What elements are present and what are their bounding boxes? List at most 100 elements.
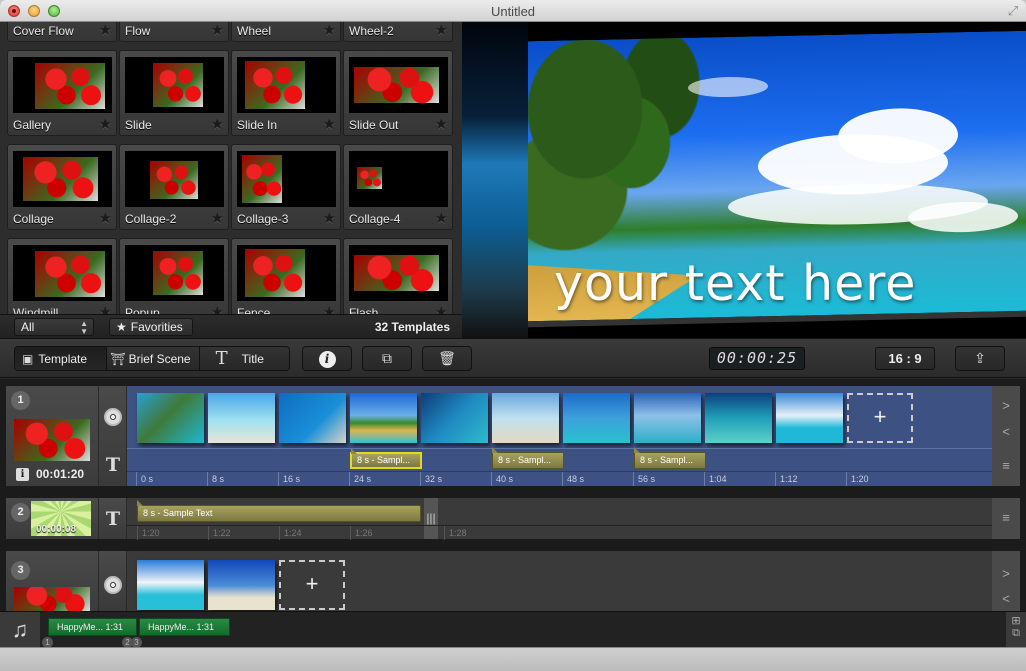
photo-clip[interactable] <box>705 393 772 443</box>
favorite-star-icon[interactable]: ★ <box>323 209 336 227</box>
template-tile[interactable]: Collage-3 ★ <box>231 144 341 230</box>
template-tile[interactable]: Slide ★ <box>119 50 229 136</box>
template-tile[interactable]: Collage-2 ★ <box>119 144 229 230</box>
template-tile[interactable]: Flash ★ <box>343 238 453 324</box>
photo-clip[interactable] <box>137 560 204 610</box>
template-tile[interactable]: Cover Flow ★ <box>7 22 117 42</box>
caption-clip[interactable]: 8 s - Sampl... <box>350 448 422 469</box>
ruler-tick: 1:24 <box>279 526 302 540</box>
photo-clip[interactable] <box>137 393 204 443</box>
favorite-star-icon[interactable]: ★ <box>99 209 112 227</box>
prev-button[interactable]: < <box>992 591 1020 606</box>
track-header[interactable]: 2 00:00:08 <box>6 498 99 539</box>
tab-title[interactable]: T Title <box>200 347 289 370</box>
add-music-icon[interactable]: ⊞ <box>1006 614 1026 627</box>
rose-photo <box>23 157 98 201</box>
photo-clip[interactable] <box>208 560 275 610</box>
tab-template[interactable]: ▣ Template <box>15 347 108 370</box>
menu-icon[interactable]: ≡ <box>992 458 1020 473</box>
photo-clip[interactable] <box>776 393 843 443</box>
ruler-tick: 1:26 <box>350 526 373 540</box>
tab-brief-scene[interactable]: ⛩ Brief Scene <box>107 347 200 370</box>
caption-clip[interactable]: 8 s - Sampl... <box>634 447 706 469</box>
template-tile[interactable]: Wheel ★ <box>231 22 341 42</box>
aspect-ratio-button[interactable]: 16 : 9 <box>875 347 935 370</box>
template-tile[interactable]: Windmill ★ <box>7 238 117 324</box>
template-tile[interactable]: Slide Out ★ <box>343 50 453 136</box>
music-note-icon[interactable]: ♫ <box>0 612 40 648</box>
favorite-star-icon[interactable]: ★ <box>435 209 448 227</box>
photo-clip[interactable] <box>492 393 559 443</box>
caption-clip[interactable]: 8 s - Sample Text <box>137 500 421 522</box>
category-filter-select[interactable]: All ▲ ▼ <box>14 318 94 336</box>
palm-trees <box>528 37 718 272</box>
favorites-button[interactable]: ★ Favorities <box>109 318 193 336</box>
track-header[interactable]: 3 <box>6 551 99 611</box>
template-browser-footer: All ▲ ▼ ★ Favorities 32 Templates <box>0 314 462 338</box>
favorite-star-icon[interactable]: ★ <box>211 209 224 227</box>
preview-canvas[interactable]: your text here <box>462 22 1026 338</box>
template-label: Wheel <box>237 24 272 38</box>
time-ruler: 0 s 8 s 16 s 24 s 32 s 40 s 48 s 56 s 1:04 1:12 1:… <box>127 471 992 486</box>
template-thumbnail <box>125 151 224 207</box>
ruler-tick: 1:12 <box>775 472 798 486</box>
music-clip[interactable]: HappyMe... 1:31 <box>139 618 230 636</box>
scene-track-3[interactable]: 3 + > < <box>6 551 1020 611</box>
duplicate-music-icon[interactable]: ⧉ <box>1006 627 1026 640</box>
menu-icon[interactable]: ≡ <box>992 510 1020 525</box>
template-tile[interactable]: Gallery ★ <box>7 50 117 136</box>
next-button[interactable]: > <box>992 398 1020 413</box>
photo-clip[interactable] <box>279 393 346 443</box>
photo-clip[interactable] <box>208 393 275 443</box>
template-tile[interactable]: Fence ★ <box>231 238 341 324</box>
photo-clip[interactable] <box>421 393 488 443</box>
template-tile[interactable]: Flow ★ <box>119 22 229 42</box>
template-tile[interactable]: Collage ★ <box>7 144 117 230</box>
favorite-star-icon[interactable]: ★ <box>211 22 224 39</box>
music-clip[interactable]: HappyMe... 1:31 <box>48 618 137 636</box>
template-label: Flow <box>125 24 151 38</box>
favorite-star-icon[interactable]: ★ <box>323 115 336 133</box>
preview-previous-slide <box>462 22 528 338</box>
tab-title-label: Title <box>241 351 264 366</box>
trash-icon: 🗑 <box>438 350 456 366</box>
template-tile[interactable]: Slide In ★ <box>231 50 341 136</box>
template-thumbnail <box>13 57 112 113</box>
favorite-star-icon[interactable]: ★ <box>435 22 448 39</box>
info-button[interactable]: i <box>302 346 352 371</box>
delete-button[interactable]: 🗑 <box>422 346 472 371</box>
favorites-label: Favorities <box>130 320 183 334</box>
fullscreen-icon[interactable]: ⤢ <box>1006 4 1020 18</box>
track-number: 3 <box>11 561 30 580</box>
ruler-tick: 56 s <box>633 472 655 486</box>
ruler-tick: 1:20 <box>846 472 869 486</box>
template-tile[interactable]: Collage-4 ★ <box>343 144 453 230</box>
duplicate-button[interactable]: ⧉ <box>362 346 412 371</box>
mode-segmented-control: ▣ Template ⛩ Brief Scene T Title <box>14 346 290 371</box>
track-type-icons <box>99 551 127 611</box>
track-header[interactable]: 1 i 00:01:20 <box>6 386 99 486</box>
favorite-star-icon[interactable]: ★ <box>323 22 336 39</box>
share-icon: ⇪ <box>974 350 986 366</box>
scene-track-1[interactable]: 1 i 00:01:20 T + 8 s - Sampl... 8 s - Sam… <box>6 386 1020 486</box>
title-track-2[interactable]: 2 00:00:08 T 8 s - Sample Text ||| 1:20 1… <box>6 498 1020 540</box>
photo-clip[interactable] <box>350 393 417 443</box>
favorite-star-icon[interactable]: ★ <box>99 115 112 133</box>
ruler-tick: 32 s <box>420 472 442 486</box>
export-button[interactable]: ⇪ <box>955 346 1005 371</box>
template-tile[interactable]: Popup ★ <box>119 238 229 324</box>
favorite-star-icon[interactable]: ★ <box>435 115 448 133</box>
preview-title-text[interactable]: your text here <box>554 255 916 312</box>
favorite-star-icon[interactable]: ★ <box>211 115 224 133</box>
track-info-icon[interactable]: i <box>16 468 29 481</box>
favorite-star-icon[interactable]: ★ <box>99 22 112 39</box>
add-clip-button[interactable]: + <box>279 560 345 610</box>
next-button[interactable]: > <box>992 566 1020 581</box>
prev-button[interactable]: < <box>992 424 1020 439</box>
photo-clip[interactable] <box>563 393 630 443</box>
divider <box>127 448 992 449</box>
photo-clip[interactable] <box>634 393 701 443</box>
caption-clip[interactable]: 8 s - Sampl... <box>492 447 564 469</box>
template-tile[interactable]: Wheel-2 ★ <box>343 22 453 42</box>
add-clip-button[interactable]: + <box>847 393 913 443</box>
